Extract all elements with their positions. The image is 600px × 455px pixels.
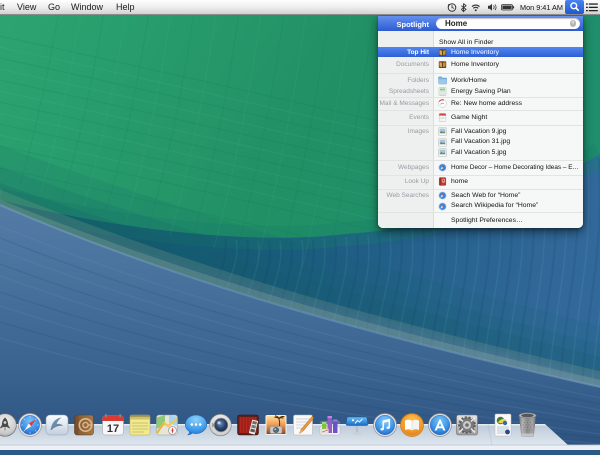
svg-text:17: 17 [107, 423, 119, 435]
